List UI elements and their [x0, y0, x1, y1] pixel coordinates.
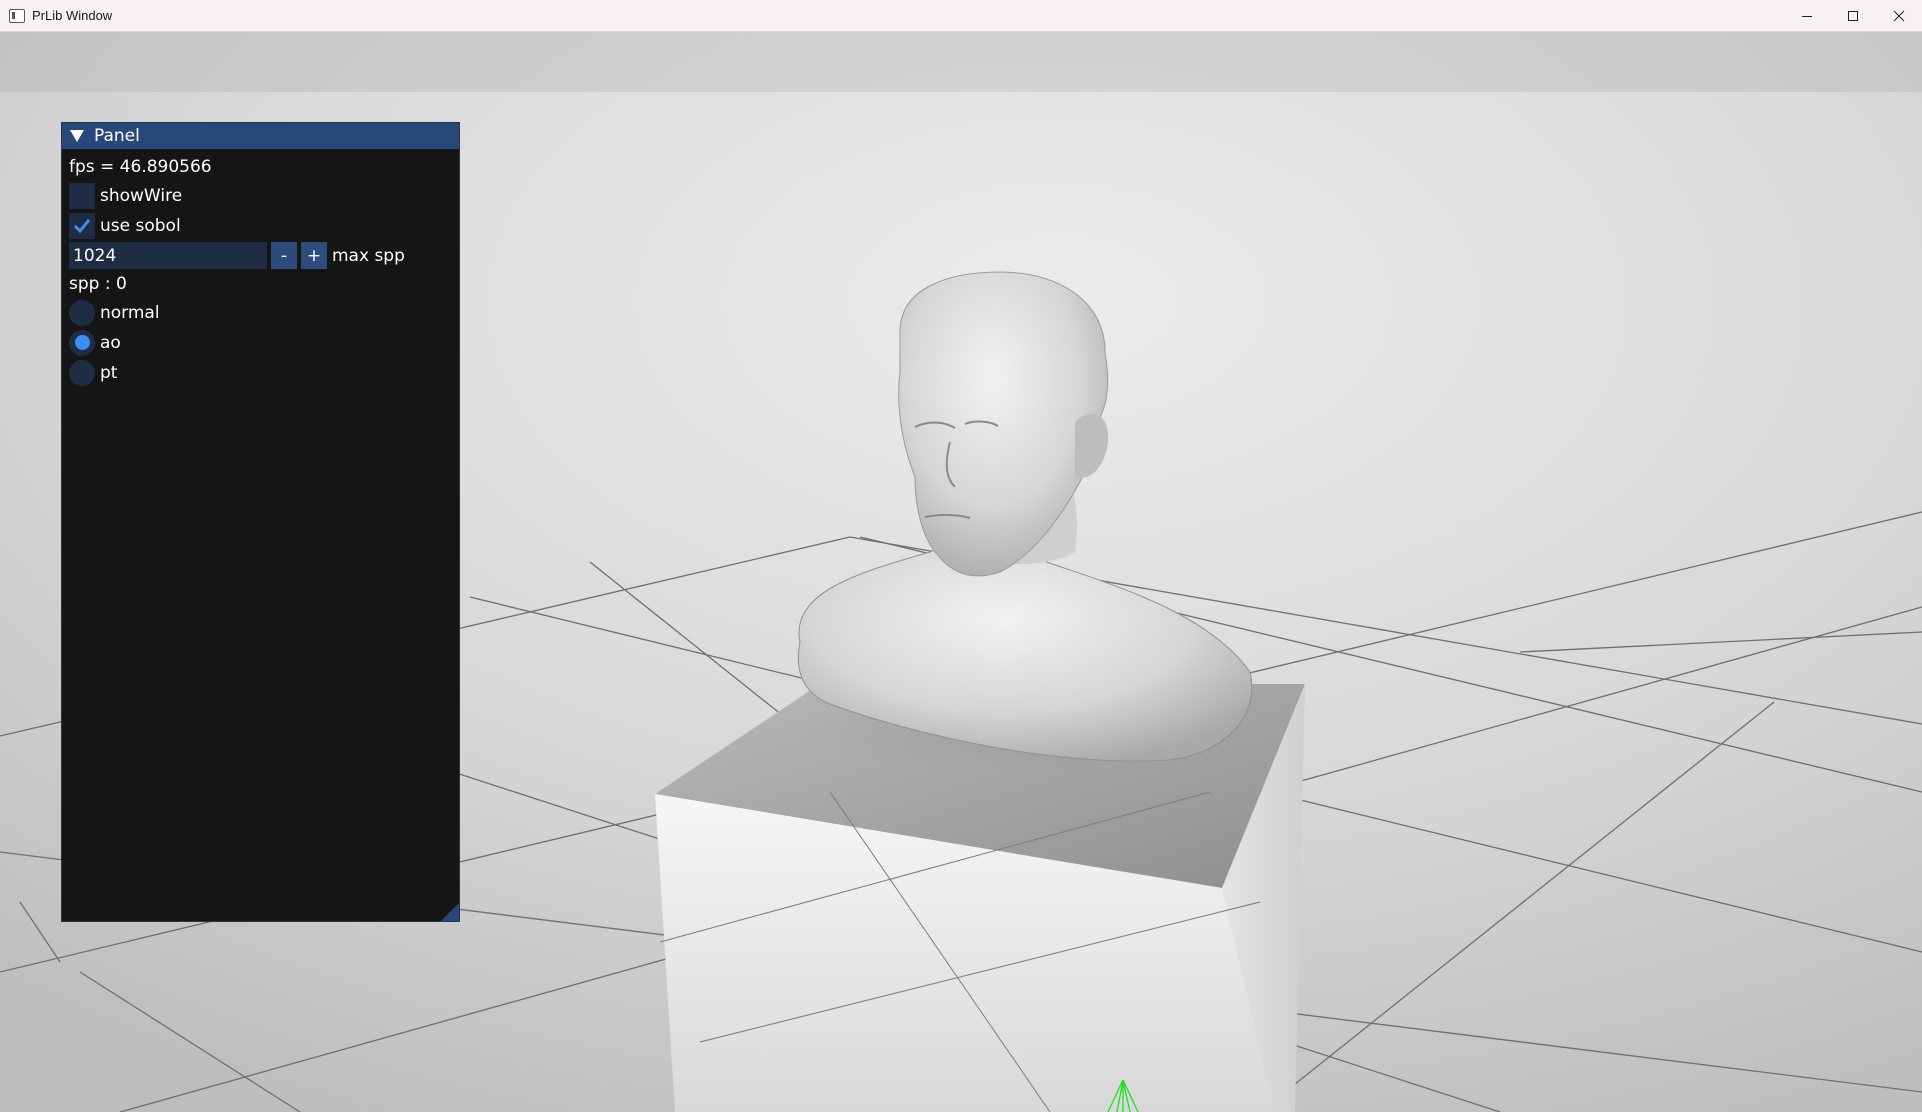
window-title: PrLib Window	[32, 8, 113, 23]
spp-text: spp : 0	[69, 274, 127, 294]
close-button[interactable]	[1876, 0, 1922, 31]
max-spp-increment-button[interactable]: +	[301, 242, 327, 269]
use-sobol-checkbox[interactable]	[69, 212, 95, 239]
use-sobol-toggle[interactable]: use sobol	[69, 212, 452, 239]
render-mode-normal[interactable]: normal	[69, 299, 452, 326]
max-spp-label: max spp	[332, 245, 405, 266]
settings-panel[interactable]: Panel fps = 46.890566 showWire use sobol…	[61, 122, 460, 922]
normal-radio[interactable]	[69, 299, 95, 326]
panel-title: Panel	[94, 126, 140, 146]
title-bar[interactable]: PrLib Window	[0, 0, 1922, 32]
render-mode-ao[interactable]: ao	[69, 329, 452, 356]
app-window-icon	[9, 8, 25, 23]
collapse-arrow-icon[interactable]	[70, 130, 84, 142]
panel-header[interactable]: Panel	[62, 123, 459, 149]
normal-label: normal	[100, 302, 160, 323]
checkmark-icon	[73, 218, 91, 233]
maximize-button[interactable]	[1830, 0, 1876, 31]
use-sobol-label: use sobol	[100, 215, 181, 236]
resize-grip[interactable]	[441, 903, 459, 921]
pt-radio[interactable]	[69, 359, 95, 386]
render-viewport[interactable]: Panel fps = 46.890566 showWire use sobol…	[0, 32, 1922, 1112]
maximize-icon	[1848, 10, 1858, 21]
minimize-icon	[1802, 15, 1812, 17]
render-mode-pt[interactable]: pt	[69, 359, 452, 386]
show-wire-label: showWire	[100, 185, 183, 206]
max-spp-decrement-button[interactable]: -	[271, 242, 297, 269]
show-wire-checkbox[interactable]	[69, 182, 95, 209]
pt-label: pt	[100, 362, 118, 383]
close-icon	[1893, 10, 1905, 21]
minimize-button[interactable]	[1784, 0, 1830, 31]
ao-label: ao	[100, 332, 121, 353]
ao-radio[interactable]	[69, 329, 95, 356]
max-spp-input[interactable]: 1024	[69, 242, 267, 269]
radio-selected-dot	[74, 335, 90, 350]
fps-text: fps = 46.890566	[69, 157, 212, 177]
show-wire-toggle[interactable]: showWire	[69, 182, 452, 209]
